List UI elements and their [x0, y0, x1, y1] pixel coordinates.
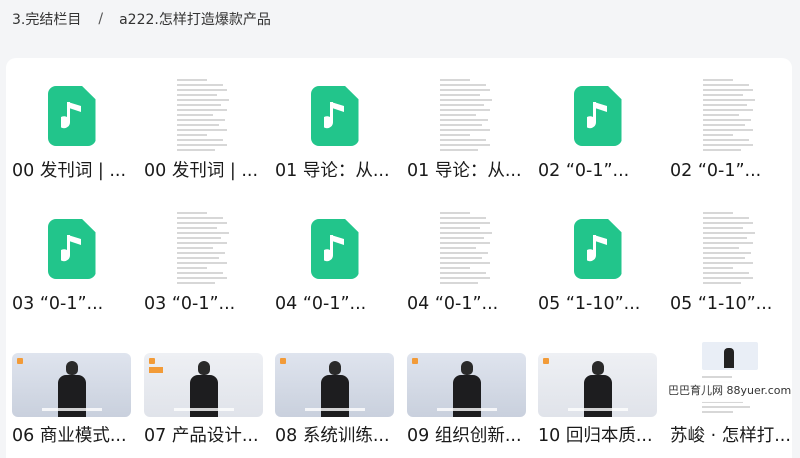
file-thumbnail — [275, 206, 394, 292]
brand-logo-icon — [543, 357, 551, 365]
audio-file-icon — [573, 219, 622, 279]
file-thumbnail — [538, 206, 657, 292]
breadcrumb-separator: / — [98, 11, 104, 27]
file-name: 09 组织创新... — [407, 426, 522, 446]
file-thumbnail — [144, 338, 263, 424]
document-preview — [435, 206, 498, 292]
file-name: 04 “0-1”... — [407, 294, 499, 314]
file-thumbnail — [670, 206, 789, 292]
file-name: 02 “0-1”... — [670, 161, 762, 181]
document-preview — [172, 206, 235, 292]
file-name: 05 “1-10”... — [670, 294, 773, 314]
file-item[interactable]: 07 产品设计... — [138, 323, 269, 451]
document-preview — [698, 206, 761, 292]
subtitle-bar — [42, 408, 102, 411]
video-thumbnail — [144, 353, 263, 417]
file-item[interactable]: 09 组织创新... — [401, 323, 532, 451]
file-item[interactable]: 10 回归本质... — [532, 323, 663, 451]
file-item[interactable]: 04 “0-1”... — [401, 191, 532, 319]
breadcrumb-parent[interactable]: 3.完结栏目 — [12, 9, 81, 29]
breadcrumb-current: a222.怎样打造爆款产品 — [119, 12, 271, 28]
file-name: 01 导论：从... — [275, 161, 390, 181]
audio-file-icon — [573, 86, 622, 146]
file-thumbnail — [407, 206, 526, 292]
file-name: 04 “0-1”... — [275, 294, 367, 314]
file-thumbnail — [12, 206, 131, 292]
file-name: 07 产品设计... — [144, 426, 259, 446]
file-item[interactable]: 05 “1-10”... — [532, 191, 663, 319]
audio-file-icon — [47, 86, 96, 146]
subtitle-bar — [305, 408, 365, 411]
file-name: 10 回归本质... — [538, 426, 653, 446]
file-thumbnail — [407, 338, 526, 424]
file-name: 02 “0-1”... — [538, 161, 630, 181]
document-preview — [435, 73, 498, 159]
document-preview — [698, 73, 761, 159]
video-thumbnail — [275, 353, 394, 417]
file-name: 08 系统训练... — [275, 426, 390, 446]
file-name: 苏峻 · 怎样打... — [670, 426, 791, 446]
audio-file-icon — [47, 219, 96, 279]
file-name: 01 导论：从... — [407, 161, 522, 181]
file-item[interactable]: 00 发刊词 | ... — [6, 58, 137, 186]
brand-logo-icon — [412, 357, 420, 365]
file-name: 03 “0-1”... — [144, 294, 236, 314]
subtitle-bar — [174, 408, 234, 411]
file-name: 03 “0-1”... — [12, 294, 104, 314]
file-thumbnail — [538, 73, 657, 159]
subtitle-bar — [437, 408, 497, 411]
file-thumbnail — [275, 73, 394, 159]
file-item[interactable]: 03 “0-1”... — [138, 191, 269, 319]
audio-file-icon — [310, 219, 359, 279]
tag-icon — [149, 367, 163, 373]
file-thumbnail — [12, 73, 131, 159]
brand-logo-icon — [149, 357, 157, 365]
video-thumbnail — [12, 353, 131, 417]
file-item[interactable]: 05 “1-10”... — [664, 191, 795, 319]
file-item[interactable]: 00 发刊词 | ... — [138, 58, 269, 186]
video-thumbnail — [407, 353, 526, 417]
video-thumbnail — [538, 353, 657, 417]
brand-logo-icon — [280, 357, 288, 365]
file-name: 06 商业模式... — [12, 426, 127, 446]
file-name: 05 “1-10”... — [538, 294, 641, 314]
subtitle-bar — [568, 408, 628, 411]
watermark-text: 巴巴育儿网 88yuer.com — [668, 384, 792, 397]
audio-file-icon — [310, 86, 359, 146]
file-thumbnail — [538, 338, 657, 424]
file-item[interactable]: 08 系统训练... — [269, 323, 400, 451]
file-item[interactable]: 01 导论：从... — [401, 58, 532, 186]
file-name: 00 发刊词 | ... — [12, 161, 127, 181]
brand-logo-icon — [17, 357, 25, 365]
file-thumbnail — [275, 338, 394, 424]
breadcrumb: 3.完结栏目 / a222.怎样打造爆款产品 — [12, 8, 271, 30]
file-item[interactable]: 02 “0-1”... — [532, 58, 663, 186]
file-item[interactable]: 02 “0-1”... — [664, 58, 795, 186]
file-thumbnail — [144, 73, 263, 159]
watermark: 巴巴育儿网 88yuer.com — [664, 378, 792, 402]
file-thumbnail — [670, 73, 789, 159]
file-thumbnail — [144, 206, 263, 292]
file-name: 00 发刊词 | ... — [144, 161, 259, 181]
file-thumbnail — [407, 73, 526, 159]
file-item[interactable]: 04 “0-1”... — [269, 191, 400, 319]
document-preview — [172, 73, 235, 159]
file-thumbnail — [12, 338, 131, 424]
file-item[interactable]: 03 “0-1”... — [6, 191, 137, 319]
file-item[interactable]: 06 商业模式... — [6, 323, 137, 451]
file-item[interactable]: 01 导论：从... — [269, 58, 400, 186]
